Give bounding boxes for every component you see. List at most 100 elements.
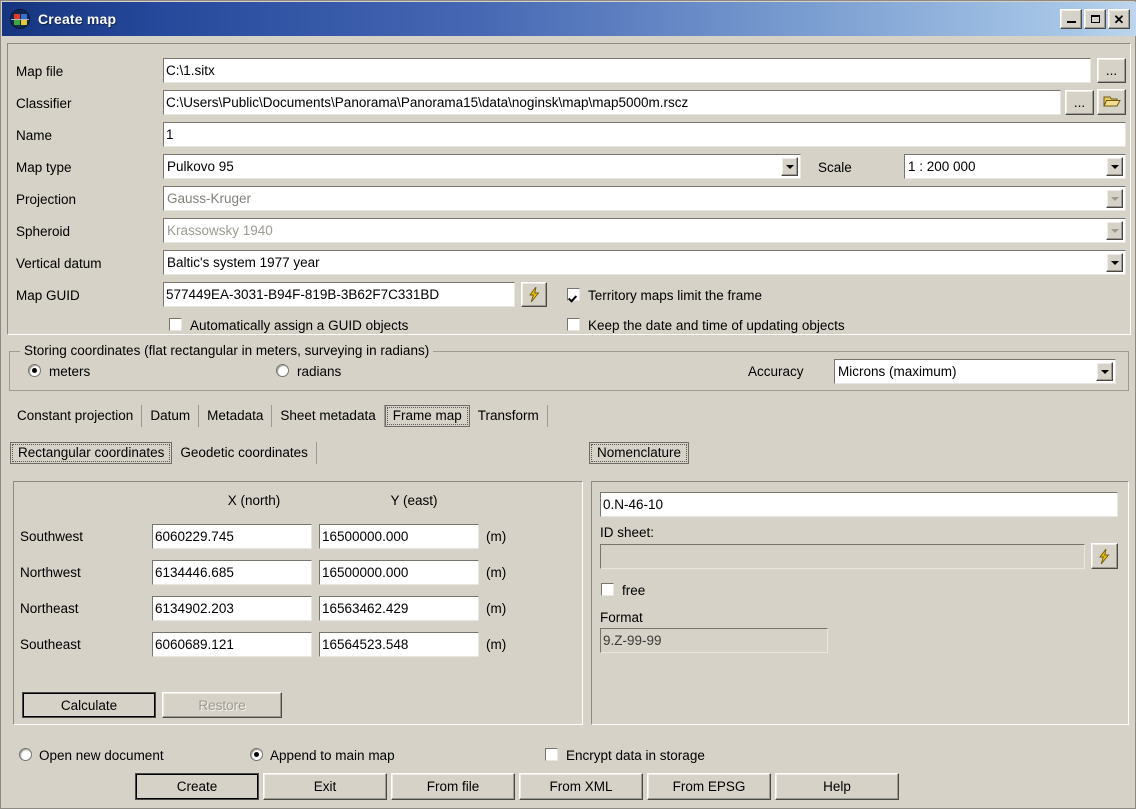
map-file-browse-button[interactable]: ... — [1097, 58, 1126, 83]
scale-value: 1 : 200 000 — [905, 159, 1104, 174]
keep-datetime-checkbox[interactable] — [567, 318, 580, 331]
tab-geodetic-coordinates[interactable]: Geodetic coordinates — [172, 442, 317, 464]
calculate-button[interactable]: Calculate — [22, 692, 156, 718]
tab-constant-projection[interactable]: Constant projection — [9, 405, 142, 427]
southeast-y-input[interactable]: 16564523.548 — [319, 632, 479, 657]
column-header-x: X (north) — [184, 493, 324, 509]
close-button[interactable]: ✕ — [1108, 9, 1130, 29]
classifier-input[interactable]: C:\Users\Public\Documents\Panorama\Panor… — [163, 90, 1061, 115]
format-label: Format — [600, 610, 643, 626]
format-input: 9.Z-99-99 — [600, 628, 828, 653]
help-button[interactable]: Help — [775, 773, 899, 800]
spheroid-combobox: Krassowsky 1940 — [163, 218, 1126, 243]
maximize-icon — [1091, 15, 1100, 23]
map-properties-panel: Map file C:\1.sitx ... Classifier C:\Use… — [7, 43, 1131, 335]
accuracy-value: Microns (maximum) — [835, 364, 1094, 379]
storing-coordinates-group: Storing coordinates (flat rectangular in… — [9, 351, 1129, 391]
chevron-down-icon — [1111, 261, 1119, 265]
minimize-icon — [1067, 21, 1076, 23]
spheroid-value: Krassowsky 1940 — [164, 223, 1104, 238]
radio-open-new-document-label: Open new document — [39, 748, 164, 764]
exit-button[interactable]: Exit — [263, 773, 387, 800]
create-button[interactable]: Create — [135, 773, 259, 800]
accuracy-combobox[interactable]: Microns (maximum) — [834, 359, 1116, 384]
northwest-y-input[interactable]: 16500000.000 — [319, 560, 479, 585]
chevron-down-icon — [1111, 229, 1119, 233]
tab-nomenclature[interactable]: Nomenclature — [589, 442, 689, 464]
vertical-datum-dropdown-arrow[interactable] — [1106, 253, 1123, 272]
spheroid-label: Spheroid — [16, 224, 70, 240]
southwest-x-input[interactable]: 6060229.745 — [152, 524, 312, 549]
chevron-down-icon — [786, 165, 794, 169]
chevron-down-icon — [1111, 165, 1119, 169]
lightning-icon — [1099, 549, 1110, 564]
southwest-y-input[interactable]: 16500000.000 — [319, 524, 479, 549]
northeast-y-input[interactable]: 16563462.429 — [319, 596, 479, 621]
id-sheet-generate-button[interactable] — [1091, 543, 1118, 569]
rectangular-coordinates-panel: X (north) Y (east) Southwest 6060229.745… — [13, 481, 583, 725]
accuracy-label: Accuracy — [748, 364, 804, 380]
tab-transform[interactable]: Transform — [470, 405, 548, 427]
chevron-down-icon — [1111, 197, 1119, 201]
from-epsg-button[interactable]: From EPSG — [647, 773, 771, 800]
panorama-globe-icon — [10, 9, 30, 29]
close-icon: ✕ — [1114, 13, 1125, 26]
vertical-datum-value: Baltic's system 1977 year — [164, 255, 1104, 270]
tab-metadata[interactable]: Metadata — [199, 405, 272, 427]
tab-sheet-metadata[interactable]: Sheet metadata — [272, 405, 384, 427]
encrypt-data-checkbox[interactable] — [545, 748, 558, 761]
map-type-combobox[interactable]: Pulkovo 95 — [163, 154, 801, 179]
classifier-open-button[interactable] — [1097, 89, 1126, 115]
vertical-datum-combobox[interactable]: Baltic's system 1977 year — [163, 250, 1126, 275]
maximize-button[interactable] — [1084, 9, 1106, 29]
radio-radians[interactable] — [276, 364, 289, 377]
row-label-northeast: Northeast — [20, 601, 79, 617]
northwest-x-input[interactable]: 6134446.685 — [152, 560, 312, 585]
title-bar: Create map ✕ — [2, 2, 1136, 36]
sheet-name-input[interactable]: 0.N-46-10 — [600, 492, 1118, 517]
row-label-southwest: Southwest — [20, 529, 83, 545]
from-xml-button[interactable]: From XML — [519, 773, 643, 800]
projection-label: Projection — [16, 192, 76, 208]
radio-append-to-main-map[interactable] — [250, 748, 263, 761]
id-sheet-input[interactable] — [600, 544, 1085, 569]
free-label: free — [622, 583, 645, 599]
keep-datetime-label: Keep the date and time of updating objec… — [588, 318, 845, 334]
sub-tabstrip-left: Rectangular coordinates Geodetic coordin… — [10, 442, 317, 464]
scale-dropdown-arrow[interactable] — [1106, 157, 1123, 176]
map-guid-label: Map GUID — [16, 288, 80, 304]
storing-coordinates-title: Storing coordinates (flat rectangular in… — [20, 343, 433, 358]
sub-tabstrip-right: Nomenclature — [589, 442, 689, 464]
northeast-x-input[interactable]: 6134902.203 — [152, 596, 312, 621]
encrypt-data-label: Encrypt data in storage — [566, 748, 705, 764]
scale-combobox[interactable]: 1 : 200 000 — [904, 154, 1126, 179]
southeast-x-input[interactable]: 6060689.121 — [152, 632, 312, 657]
auto-guid-checkbox[interactable] — [169, 318, 182, 331]
classifier-label: Classifier — [16, 96, 72, 112]
tab-rectangular-coordinates[interactable]: Rectangular coordinates — [10, 442, 172, 464]
map-type-value: Pulkovo 95 — [164, 159, 779, 174]
auto-guid-label: Automatically assign a GUID objects — [190, 318, 408, 334]
tab-datum[interactable]: Datum — [142, 405, 199, 427]
map-guid-input[interactable]: 577449EA-3031-B94F-819B-3B62F7C331BD — [163, 282, 515, 307]
map-file-input[interactable]: C:\1.sitx — [163, 58, 1091, 83]
accuracy-dropdown-arrow[interactable] — [1096, 362, 1113, 381]
map-guid-generate-button[interactable] — [521, 282, 547, 307]
free-checkbox[interactable] — [601, 583, 614, 596]
map-type-dropdown-arrow[interactable] — [781, 157, 798, 176]
minimize-button[interactable] — [1060, 9, 1082, 29]
radio-meters-label: meters — [49, 364, 90, 380]
radio-open-new-document[interactable] — [19, 748, 32, 761]
projection-value: Gauss-Kruger — [164, 191, 1104, 206]
create-map-dialog: Create map ✕ Map file C:\1.sitx ... Clas… — [0, 0, 1136, 809]
territory-limit-label: Territory maps limit the frame — [588, 288, 762, 304]
classifier-browse-button[interactable]: ... — [1065, 90, 1094, 115]
tab-frame-map[interactable]: Frame map — [385, 405, 470, 427]
name-input[interactable]: 1 — [163, 122, 1126, 147]
northeast-unit: (m) — [486, 601, 506, 617]
radio-meters[interactable] — [28, 364, 41, 377]
territory-limit-checkbox[interactable] — [567, 288, 580, 301]
from-file-button[interactable]: From file — [391, 773, 515, 800]
name-label: Name — [16, 128, 52, 144]
radio-append-to-main-map-label: Append to main map — [270, 748, 395, 764]
